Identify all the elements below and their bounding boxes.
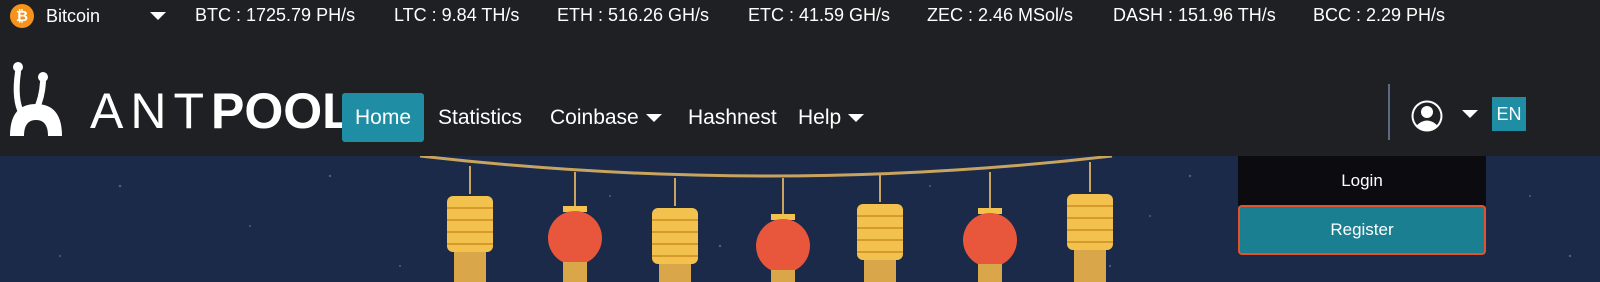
logo-wordmark: ANTPOOL [90, 83, 353, 139]
coin-name: Bitcoin [46, 5, 101, 26]
nav-coinbase[interactable]: Coinbase [550, 93, 662, 142]
user-avatar-icon[interactable] [1410, 99, 1444, 133]
lantern-gold-1 [447, 166, 493, 282]
coin-selector[interactable]: ₿ Bitcoin [10, 3, 100, 29]
nav-coinbase-label: Coinbase [550, 105, 639, 129]
chevron-down-icon [848, 113, 865, 122]
rate-dash: DASH : 151.96 TH/s [1113, 5, 1276, 25]
rate-bcc: BCC : 2.29 PH/s [1313, 5, 1446, 25]
header-divider [1388, 84, 1390, 140]
rate-ltc: LTC : 9.84 TH/s [394, 5, 520, 25]
register-button[interactable]: Register [1238, 205, 1486, 255]
lantern-red-1 [548, 172, 602, 282]
rate-zec: ZEC : 2.46 MSol/s [927, 5, 1074, 25]
antpool-logo[interactable]: ANTPOOL [8, 60, 353, 140]
lantern-gold-2 [652, 178, 698, 282]
login-button[interactable]: Login [1238, 156, 1486, 206]
lantern-gold-3 [857, 174, 903, 282]
hashrate-ticker: ₿ Bitcoin BTC : 1725.79 PH/s LTC : 9.84 … [0, 0, 1600, 32]
lantern-red-3 [963, 172, 1017, 282]
chevron-down-icon[interactable] [150, 12, 166, 20]
rate-etc: ETC : 41.59 GH/s [748, 5, 891, 25]
chevron-down-icon [645, 113, 662, 122]
user-dropdown-menu: Login Register [1238, 156, 1486, 256]
nav-hashnest[interactable]: Hashnest [688, 93, 777, 142]
rate-eth: ETH : 516.26 GH/s [557, 5, 710, 25]
language-button[interactable]: EN [1492, 97, 1526, 131]
nav-statistics[interactable]: Statistics [438, 93, 522, 142]
nav-home[interactable]: Home [342, 93, 424, 142]
nav-help-label: Help [798, 105, 842, 129]
nav-help[interactable]: Help [798, 93, 865, 142]
lantern-gold-4 [1067, 162, 1113, 282]
rate-btc: BTC : 1725.79 PH/s [195, 5, 356, 25]
lantern-red-2 [756, 178, 810, 282]
ant-mascot-icon [10, 62, 62, 136]
bitcoin-icon: ₿ [10, 4, 34, 28]
chevron-down-icon[interactable] [1462, 110, 1478, 118]
